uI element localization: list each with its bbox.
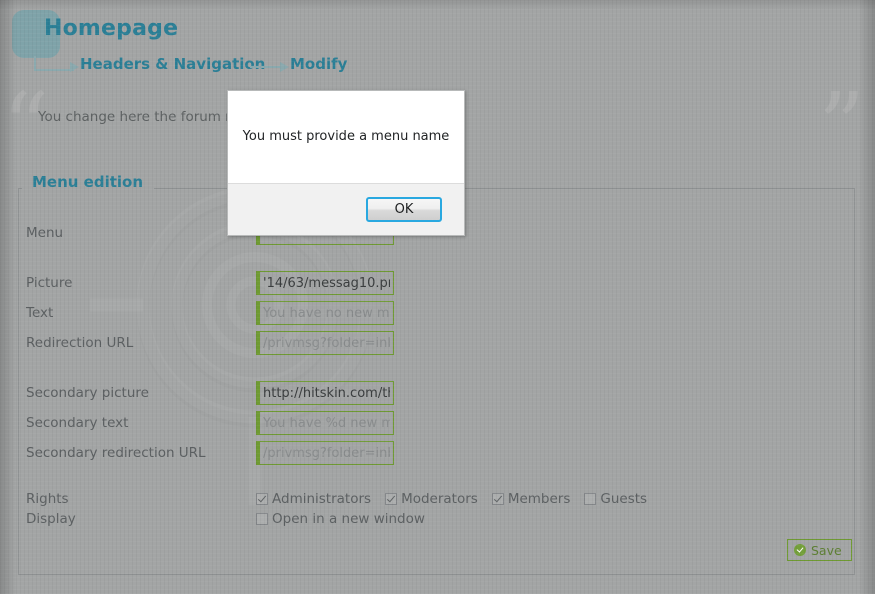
- breadcrumb: Homepage Headers & Navigation Modify: [0, 0, 875, 88]
- checkbox-checked-icon[interactable]: [385, 493, 398, 505]
- dialog-footer: OK: [228, 183, 464, 235]
- breadcrumb-arrow-2-icon: [280, 62, 289, 72]
- alert-dialog: You must provide a menu name OK: [227, 90, 465, 236]
- checkbox-checked-icon[interactable]: [256, 493, 268, 505]
- checkbox-guests[interactable]: Guests: [584, 491, 647, 507]
- quote-close-icon: ”: [817, 73, 865, 180]
- breadcrumb-connector-icon: [34, 56, 74, 71]
- checkbox-label: Guests: [600, 491, 648, 507]
- field-wrapper: [256, 271, 394, 295]
- breadcrumb-level2[interactable]: Headers & Navigation: [80, 55, 265, 73]
- description-text-plain: You change here the forum: [38, 109, 226, 125]
- form-row: Redirection URL: [0, 331, 837, 361]
- field-label: Redirection URL: [26, 335, 134, 351]
- display-checkbox-group[interactable]: Open in a new window: [256, 511, 439, 527]
- text-input-text[interactable]: [256, 301, 394, 325]
- text-input-secondary-text[interactable]: [256, 411, 394, 435]
- form-row: Secondary redirection URL: [0, 441, 837, 471]
- text-input-redirection-url[interactable]: [256, 331, 394, 355]
- display-label: Display: [26, 511, 76, 527]
- field-label: Secondary redirection URL: [26, 445, 206, 461]
- form-row: Secondary text: [0, 411, 837, 441]
- ok-button[interactable]: OK: [366, 197, 442, 222]
- checkbox-members[interactable]: Members: [491, 491, 571, 507]
- form-row: Picture: [0, 271, 837, 301]
- checkbox-icon[interactable]: [584, 493, 597, 505]
- field-wrapper: [256, 381, 394, 405]
- checkbox-label: Open in a new window: [272, 511, 425, 527]
- field-label: Secondary picture: [26, 385, 149, 401]
- text-input-picture[interactable]: [256, 271, 394, 295]
- field-label: Secondary text: [26, 415, 129, 431]
- breadcrumb-line-2-icon: [250, 66, 282, 68]
- check-circle-icon: [794, 544, 806, 556]
- breadcrumb-home[interactable]: Homepage: [44, 16, 178, 41]
- field-label: Text: [26, 305, 54, 321]
- field-wrapper: [256, 331, 394, 355]
- rights-label: Rights: [26, 491, 69, 507]
- quote-open-icon: “: [2, 73, 50, 180]
- save-button[interactable]: Save: [787, 539, 852, 561]
- form-row: Secondary picture: [0, 381, 837, 411]
- page-background: Homepage Headers & Navigation Modify “ ”…: [0, 0, 875, 594]
- breadcrumb-arrow-1-icon: [70, 62, 79, 72]
- field-wrapper: [256, 301, 394, 325]
- checkbox-administrators[interactable]: Administrators: [256, 491, 371, 507]
- text-input-secondary-redirection-url[interactable]: [256, 441, 394, 465]
- text-input-secondary-picture[interactable]: [256, 381, 394, 405]
- rights-checkbox-group[interactable]: Administrators Moderators Members Guests: [256, 491, 661, 507]
- checkbox-icon[interactable]: [256, 513, 268, 525]
- field-wrapper: [256, 441, 394, 465]
- breadcrumb-level3: Modify: [290, 55, 348, 73]
- form-row: Text: [0, 301, 837, 331]
- checkbox-checked-icon[interactable]: [491, 493, 504, 505]
- panel-legend: Menu edition: [32, 173, 144, 191]
- checkbox-label: Moderators: [401, 491, 478, 507]
- checkbox-open-in-a-new-window[interactable]: Open in a new window: [256, 511, 425, 527]
- checkbox-label: Administrators: [272, 491, 372, 507]
- field-label: Menu: [26, 225, 64, 241]
- checkbox-moderators[interactable]: Moderators: [385, 491, 478, 507]
- dialog-body: You must provide a menu name: [228, 91, 464, 183]
- field-wrapper: [256, 411, 394, 435]
- dialog-message: You must provide a menu name: [242, 128, 450, 144]
- save-button-label: Save: [811, 542, 842, 558]
- checkbox-label: Members: [507, 491, 571, 507]
- field-label: Picture: [26, 275, 73, 291]
